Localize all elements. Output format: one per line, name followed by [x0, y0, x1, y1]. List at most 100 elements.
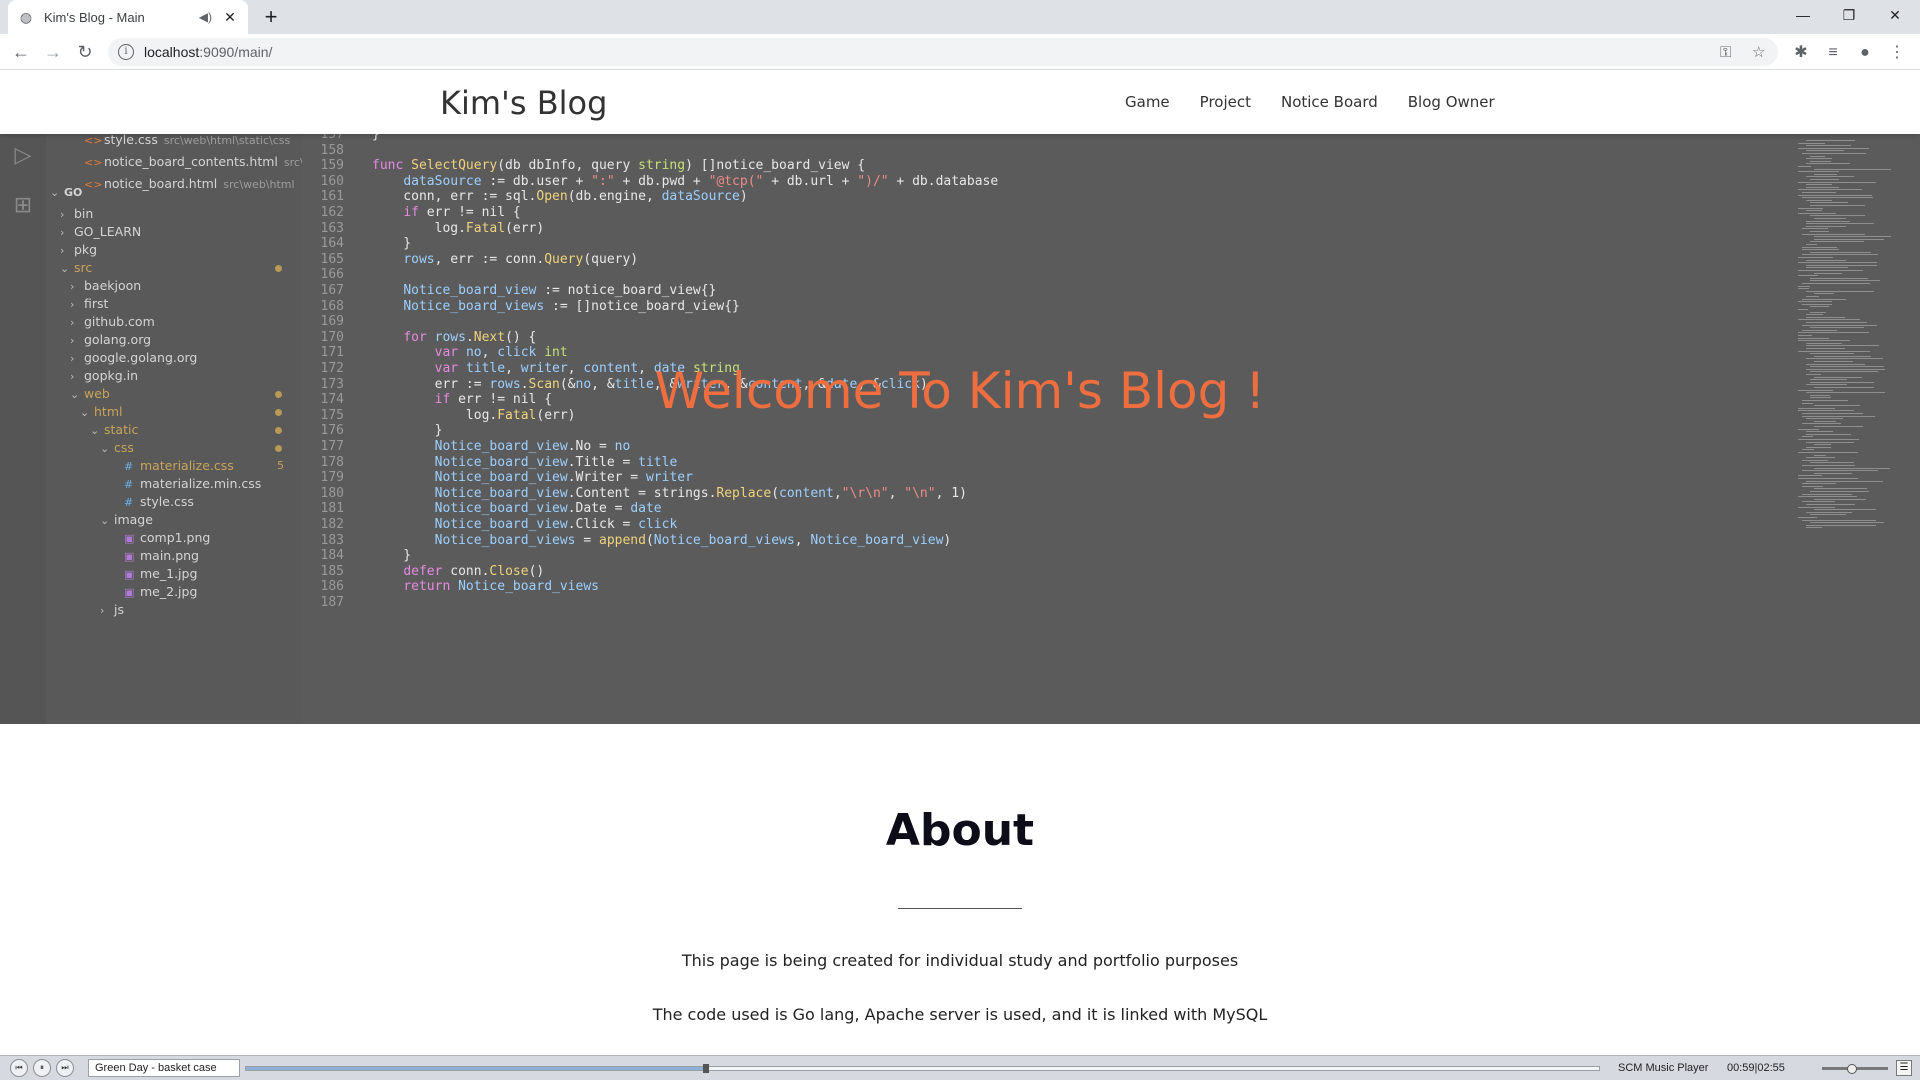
- minimap-line: [1806, 527, 1822, 529]
- open-editor-item: <> notice_board_contents.html src\...: [84, 152, 314, 172]
- minimap-line: [1806, 322, 1867, 323]
- minimap-line: [1798, 332, 1869, 334]
- nav-notice-board[interactable]: Notice Board: [1266, 93, 1393, 111]
- track-progress-handle[interactable]: [702, 1064, 709, 1073]
- tree-file: ▣ me_1.jpg: [110, 564, 197, 584]
- minimap-line: [1798, 181, 1876, 183]
- minimap-line: [1806, 199, 1832, 201]
- git-modified-dot: [275, 427, 282, 434]
- close-tab-icon[interactable]: ✕: [222, 9, 238, 26]
- minimap-line: [1802, 192, 1836, 193]
- vscode-minimap: [1790, 134, 1920, 724]
- about-title: About: [885, 805, 1035, 856]
- player-menu-icon[interactable]: ☰: [1896, 1060, 1912, 1076]
- browser-menu-icon[interactable]: ⋮: [1886, 42, 1908, 64]
- minimap-line: [1806, 259, 1846, 261]
- minimap-line: [1806, 244, 1817, 245]
- media-control-icon[interactable]: ≡: [1822, 42, 1844, 64]
- tree-file: ▣ me_2.jpg: [110, 582, 197, 602]
- minimap-line: [1810, 277, 1868, 279]
- minimap-line: [1802, 324, 1877, 326]
- minimap-line: [1806, 345, 1879, 347]
- previous-track-icon[interactable]: ⏮: [10, 1059, 28, 1077]
- nav-blog-owner[interactable]: Blog Owner: [1393, 93, 1510, 111]
- extensions-icon[interactable]: ✱: [1790, 42, 1812, 64]
- minimap-line: [1798, 496, 1857, 498]
- minimap-line: [1814, 488, 1867, 490]
- minimap-line: [1814, 472, 1852, 474]
- minimap-line: [1806, 163, 1850, 165]
- minimap-line: [1798, 350, 1870, 352]
- minimap-line: [1810, 311, 1826, 313]
- tree-file: # materialize.min.css: [110, 474, 261, 494]
- back-button[interactable]: ←: [9, 40, 33, 64]
- music-player-bar: ⏮ ⏸ ⏭ Green Day - basket case SCM Music …: [0, 1055, 1920, 1080]
- minimap-line: [1802, 485, 1823, 487]
- tree-item-label: css: [114, 440, 134, 455]
- tree-folder: › GO_LEARN: [60, 222, 141, 242]
- minimap-line: [1810, 491, 1869, 492]
- minimap-line: [1810, 462, 1854, 464]
- tree-item-label: main.png: [140, 548, 199, 563]
- tree-item-label: image: [114, 512, 153, 527]
- minimap-line: [1798, 194, 1872, 196]
- chevron-right-icon: ›: [100, 604, 105, 617]
- nav-project[interactable]: Project: [1185, 93, 1266, 111]
- tree-folder: › github.com: [70, 312, 155, 332]
- minimap-line: [1810, 155, 1825, 157]
- forward-button[interactable]: →: [41, 40, 65, 64]
- minimap-line: [1798, 309, 1808, 310]
- tree-folder: ⌄ src: [60, 258, 92, 278]
- minimap-line: [1798, 171, 1839, 173]
- minimap-line: [1802, 249, 1839, 251]
- address-bar[interactable]: i localhost:9090/main/ ⚿ ☆: [108, 38, 1778, 66]
- minimize-button[interactable]: —: [1780, 0, 1826, 30]
- minimap-line: [1798, 166, 1811, 167]
- explorer-root: ⌄ GO: [50, 186, 83, 199]
- open-editor-item: <> notice_board.html src\web\html: [84, 174, 295, 194]
- globe-icon: ◍: [19, 9, 33, 25]
- minimap-line: [1798, 142, 1825, 144]
- restore-button[interactable]: ❐: [1826, 0, 1872, 30]
- profile-avatar-icon[interactable]: ●: [1854, 42, 1876, 64]
- minimap-line: [1806, 504, 1855, 505]
- new-tab-button[interactable]: +: [258, 4, 284, 30]
- minimap-line: [1810, 215, 1865, 217]
- minimap-line: [1814, 236, 1891, 238]
- now-playing-track[interactable]: Green Day - basket case: [88, 1059, 240, 1077]
- run-debug-icon: ▷: [14, 142, 32, 167]
- speaker-icon[interactable]: ◀): [199, 10, 212, 24]
- minimap-line: [1806, 290, 1874, 292]
- nav-game[interactable]: Game: [1110, 93, 1185, 111]
- browser-toolbar: ← → ↻ i localhost:9090/main/ ⚿ ☆ ✱ ≡ ● ⋮: [0, 34, 1920, 70]
- site-brand[interactable]: Kim's Blog: [440, 84, 607, 122]
- explorer-root-label: GO: [64, 186, 83, 199]
- bookmark-star-icon[interactable]: ☆: [1752, 38, 1765, 66]
- next-track-icon[interactable]: ⏭: [56, 1059, 74, 1077]
- track-progress-bar[interactable]: [245, 1066, 1600, 1071]
- key-icon[interactable]: ⚿: [1720, 38, 1731, 66]
- volume-handle[interactable]: [1846, 1064, 1857, 1074]
- minimap-line: [1806, 446, 1831, 448]
- minimap-line: [1806, 296, 1819, 297]
- minimap-line: [1806, 342, 1842, 344]
- minimap-line: [1806, 314, 1823, 316]
- minimap-line: [1798, 262, 1877, 264]
- minimap-line: [1814, 272, 1842, 274]
- tree-folder: ⌄ image: [100, 510, 153, 530]
- tree-item-label: js: [114, 602, 124, 617]
- minimap-line: [1814, 426, 1863, 427]
- minimap-line: [1814, 355, 1871, 357]
- tree-item-label: comp1.png: [140, 530, 211, 545]
- tree-folder: ⌄ css: [100, 438, 134, 458]
- reload-button[interactable]: ↻: [73, 40, 97, 64]
- browser-tab[interactable]: ◍ Kim's Blog - Main ◀) ✕: [8, 0, 248, 34]
- minimap-line: [1810, 202, 1848, 204]
- minimap-line: [1810, 522, 1884, 524]
- minimap-line: [1810, 231, 1829, 232]
- close-window-button[interactable]: ✕: [1872, 0, 1918, 30]
- pause-icon[interactable]: ⏸: [33, 1059, 51, 1077]
- minimap-line: [1798, 285, 1810, 287]
- info-icon[interactable]: i: [118, 44, 134, 60]
- minimap-line: [1806, 358, 1883, 360]
